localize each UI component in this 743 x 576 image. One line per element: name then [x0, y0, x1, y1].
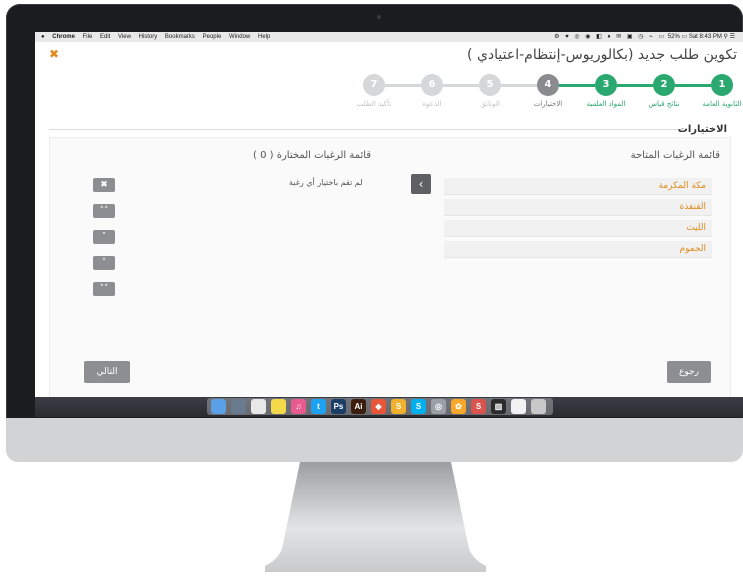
- step-4-circle[interactable]: 4: [537, 74, 559, 96]
- stepper-connector: [385, 84, 421, 87]
- monitor-stand: [265, 462, 486, 572]
- photos-dock-icon[interactable]: ✿: [451, 399, 466, 414]
- itunes-dock-icon[interactable]: ♫: [291, 399, 306, 414]
- activity-dock-icon[interactable]: ▥: [491, 399, 506, 414]
- illustrator-dock-icon[interactable]: Ai: [351, 399, 366, 414]
- document-dock-icon[interactable]: [511, 399, 526, 414]
- back-button[interactable]: رجوع: [667, 361, 711, 383]
- stepper-connector: [559, 84, 595, 87]
- step-7-label[interactable]: تأكيد الطلب: [344, 100, 404, 108]
- menu-window[interactable]: Window: [229, 34, 250, 40]
- pinwheel-dock-icon[interactable]: ◎: [431, 399, 446, 414]
- screen: ● Chrome File Edit View History Bookmark…: [35, 32, 743, 417]
- available-item[interactable]: الجموم: [444, 241, 712, 258]
- step-4-label[interactable]: الاختيارات: [518, 100, 578, 108]
- menu-chrome[interactable]: Chrome: [52, 34, 75, 40]
- apple-menu-icon[interactable]: ●: [41, 34, 45, 40]
- available-list-title: قائمة الرغبات المتاحة: [630, 150, 720, 161]
- stepper-connector: [501, 84, 537, 87]
- skitch-dock-icon[interactable]: S: [471, 399, 486, 414]
- page-title: تكوين طلب جديد (بكالوريوس-إنتظام-اعتيادي…: [467, 47, 737, 63]
- notification-center-icon[interactable]: ☰: [730, 34, 735, 40]
- step-1-circle[interactable]: 1: [711, 74, 733, 96]
- menu-view[interactable]: View: [118, 34, 131, 40]
- mac-menubar: ● Chrome File Edit View History Bookmark…: [35, 32, 743, 42]
- stepper-connector: [617, 84, 653, 87]
- photoshop-dock-icon[interactable]: Ps: [331, 399, 346, 414]
- finder-dock-icon[interactable]: [211, 399, 226, 414]
- menu-history[interactable]: History: [139, 34, 158, 40]
- step-6-label[interactable]: الدعوة: [402, 100, 462, 108]
- move-top-button[interactable]: ˄˄: [93, 204, 115, 218]
- step-5-circle[interactable]: 5: [479, 74, 501, 96]
- step-2-circle[interactable]: 2: [653, 74, 675, 96]
- step-1-label[interactable]: الثانوية العامة: [692, 100, 743, 108]
- application-page: ✖ تكوين طلب جديد (بكالوريوس-إنتظام-اعتيا…: [35, 42, 743, 399]
- trash-dock-icon[interactable]: [531, 399, 546, 414]
- chrome-dock-icon[interactable]: [251, 399, 266, 414]
- next-button[interactable]: التالي: [84, 361, 130, 383]
- step-5-label[interactable]: الوثائق: [460, 100, 520, 108]
- viz-dock-icon[interactable]: ◆: [371, 399, 386, 414]
- remove-button[interactable]: ✖: [93, 178, 115, 192]
- selected-list-title: قائمة الرغبات المختارة ( 0 ): [253, 150, 372, 161]
- step-7-circle[interactable]: 7: [363, 74, 385, 96]
- menu-edit[interactable]: Edit: [100, 34, 110, 40]
- dock: ♫ t Ps Ai ◆ S S ◎ ✿ S ▥: [207, 398, 553, 415]
- camera: [377, 15, 381, 19]
- battery-percent: 52%: [667, 34, 680, 40]
- move-down-button[interactable]: ˅: [93, 256, 115, 270]
- stepper-connector: [675, 84, 711, 87]
- menu-people[interactable]: People: [203, 34, 222, 40]
- step-2-label[interactable]: نتائج قياس: [634, 100, 694, 108]
- clock: Sat 8:43 PM: [688, 34, 722, 40]
- status-icons: ⚙ ♥ ◎ ◉ ◧ ♦ ✉ ▣ ◷ ⌁ ▭: [554, 34, 667, 40]
- twitter-dock-icon[interactable]: t: [311, 399, 326, 414]
- notes-dock-icon[interactable]: [271, 399, 286, 414]
- sketch-dock-icon[interactable]: S: [391, 399, 406, 414]
- menu-bookmarks[interactable]: Bookmarks: [165, 34, 195, 40]
- move-bottom-button[interactable]: ˅˅: [93, 282, 115, 296]
- available-item[interactable]: القنفذة: [444, 199, 712, 216]
- battery-icon: ▭: [681, 34, 688, 40]
- launchpad-dock-icon[interactable]: [231, 399, 246, 414]
- section-divider: [49, 129, 683, 130]
- choices-panel: قائمة الرغبات المتاحة قائمة الرغبات المخ…: [49, 137, 731, 399]
- step-6-circle[interactable]: 6: [421, 74, 443, 96]
- add-choice-button[interactable]: ‹: [411, 174, 431, 194]
- step-3-label[interactable]: المواد العلمية: [576, 100, 636, 108]
- stepper-connector: [443, 84, 479, 87]
- wizard-stepper: 1 الثانوية العامة 2 نتائج قياس 3 المواد العلم…: [331, 74, 741, 119]
- available-item[interactable]: الليث: [444, 220, 712, 237]
- menu-file[interactable]: File: [83, 34, 93, 40]
- empty-selection-message: لم تقم باختيار أي رغبة: [289, 178, 363, 187]
- step-3-circle[interactable]: 3: [595, 74, 617, 96]
- move-up-button[interactable]: ˄: [93, 230, 115, 244]
- search-icon[interactable]: ⚲: [724, 34, 728, 40]
- skype-dock-icon[interactable]: S: [411, 399, 426, 414]
- apple-logo-icon: [366, 432, 380, 446]
- close-icon[interactable]: ✖: [49, 48, 59, 60]
- section-title: الاختيارات: [677, 124, 727, 135]
- menu-help[interactable]: Help: [258, 34, 270, 40]
- available-item[interactable]: مكة المكرمة: [444, 178, 712, 195]
